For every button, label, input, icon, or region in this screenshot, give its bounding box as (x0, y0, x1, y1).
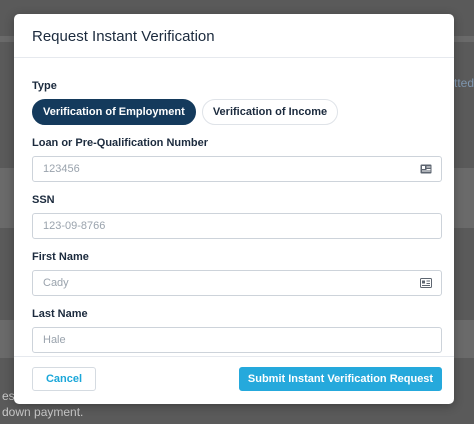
first-name-group: First Name (32, 251, 442, 296)
background-text-line-2: down payment. (2, 405, 84, 419)
loan-number-field-wrapper (32, 156, 442, 182)
first-name-input[interactable] (33, 271, 441, 295)
type-label: Type (32, 80, 57, 92)
modal-header: Request Instant Verification (14, 14, 454, 58)
background-right-text: tted (453, 76, 474, 90)
modal-body: Type Verification of Employment Verifica… (14, 58, 454, 353)
first-name-label: First Name (32, 251, 89, 263)
toggle-verification-of-employment[interactable]: Verification of Employment (32, 99, 196, 125)
last-name-group: Last Name (32, 308, 442, 353)
cancel-button[interactable]: Cancel (32, 367, 96, 391)
modal-title: Request Instant Verification (32, 28, 215, 45)
ssn-group: SSN (32, 194, 442, 239)
id-card-icon (420, 164, 432, 174)
ssn-label: SSN (32, 194, 55, 206)
ssn-input[interactable] (33, 214, 441, 238)
type-toggle-group: Verification of Employment Verification … (32, 99, 442, 125)
last-name-input[interactable] (33, 328, 441, 352)
toggle-verification-of-income[interactable]: Verification of Income (201, 99, 339, 125)
loan-number-label: Loan or Pre-Qualification Number (32, 137, 209, 149)
loan-number-input[interactable] (33, 157, 441, 181)
request-verification-modal: Request Instant Verification Type Verifi… (14, 14, 454, 404)
type-group: Type Verification of Employment Verifica… (32, 80, 442, 125)
loan-number-group: Loan or Pre-Qualification Number (32, 137, 442, 182)
last-name-field-wrapper (32, 327, 442, 353)
modal-footer: Cancel Submit Instant Verification Reque… (14, 356, 454, 404)
contact-card-icon (420, 278, 432, 288)
last-name-label: Last Name (32, 308, 88, 320)
first-name-field-wrapper (32, 270, 442, 296)
ssn-field-wrapper (32, 213, 442, 239)
submit-verification-button[interactable]: Submit Instant Verification Request (239, 367, 442, 391)
